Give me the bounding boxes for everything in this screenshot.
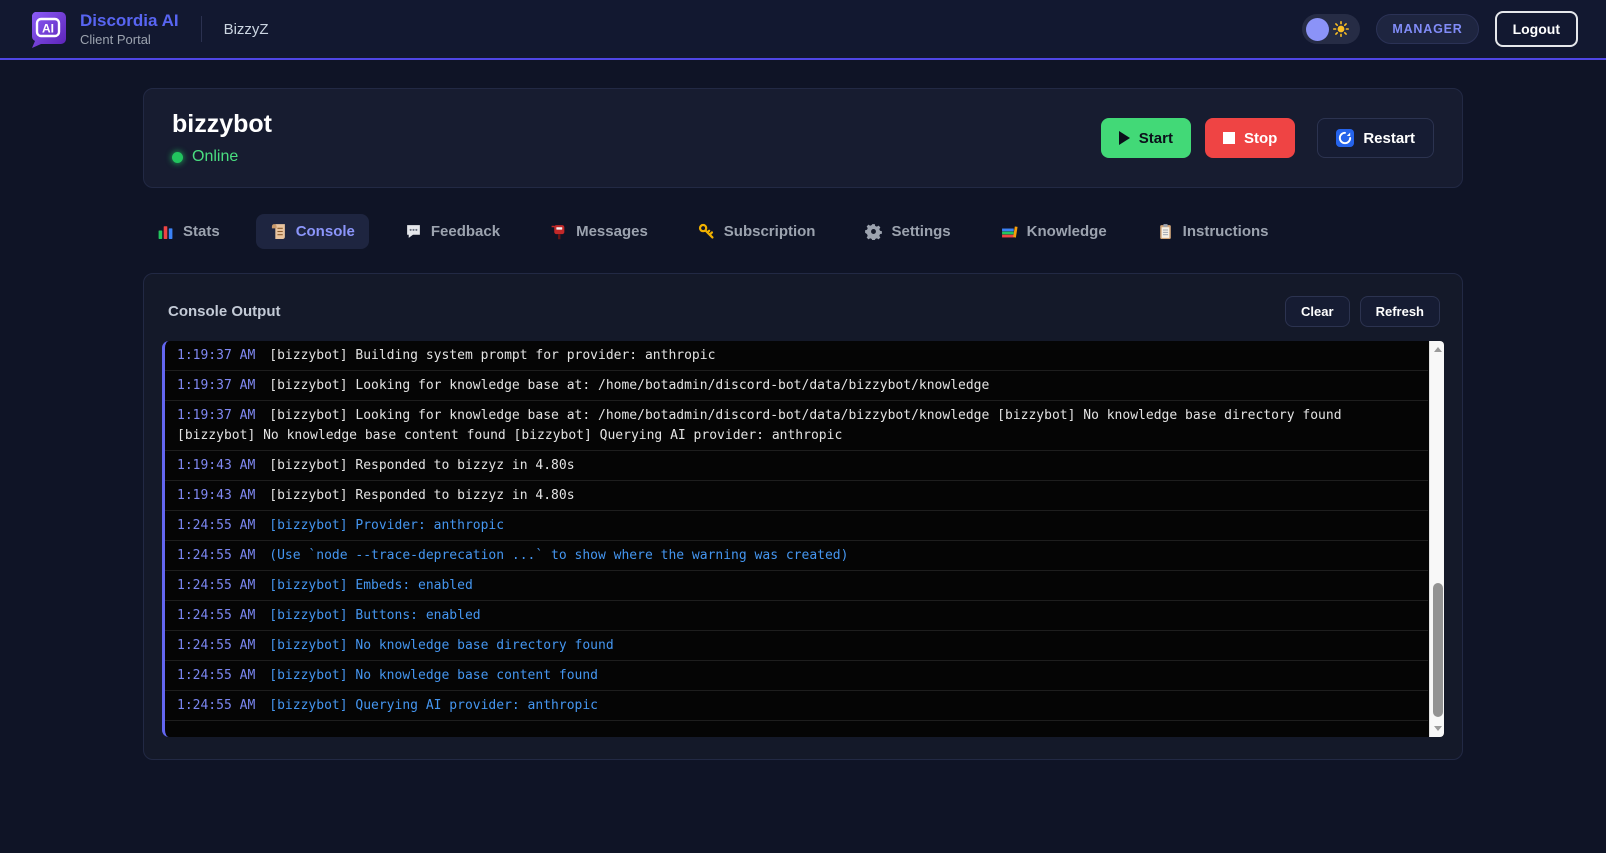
logout-button[interactable]: Logout	[1494, 11, 1578, 47]
bot-card: bizzybot Online Start Stop Restart	[143, 88, 1463, 188]
scrollbar-up-arrow[interactable]	[1430, 342, 1444, 357]
key-icon	[698, 223, 715, 240]
log-timestamp: 1:24:55 AM	[177, 668, 256, 683]
speech-balloon-icon	[405, 223, 422, 240]
log-message: [bizzybot] No knowledge base directory f…	[269, 638, 614, 653]
nav-bot-name: BizzyZ	[223, 20, 269, 38]
console-output: 1:19:37 AM [bizzybot] Building system pro…	[162, 341, 1444, 737]
clipboard-icon	[1157, 223, 1174, 240]
top-navbar: AI Discordia AI Client Portal BizzyZ MAN…	[0, 0, 1606, 60]
theme-toggle[interactable]	[1302, 14, 1361, 44]
tab-messages[interactable]: Messages	[536, 214, 662, 249]
log-row: 1:19:43 AM [bizzybot] Responded to bizzyz…	[165, 451, 1428, 481]
bar-chart-icon	[157, 223, 174, 240]
log-timestamp: 1:24:55 AM	[177, 548, 256, 563]
log-timestamp: 1:19:37 AM	[177, 378, 256, 393]
log-row: 1:19:37 AM [bizzybot] Building system pro…	[165, 341, 1428, 371]
tab-label: Console	[295, 223, 355, 240]
log-row: 1:24:55 AM [bizzybot] Querying AI provide…	[165, 691, 1428, 721]
tab-settings[interactable]: Settings	[851, 214, 964, 249]
play-icon	[1118, 131, 1130, 145]
log-row: 1:19:37 AM [bizzybot] Looking for knowled…	[165, 371, 1428, 401]
log-timestamp: 1:24:55 AM	[177, 608, 256, 623]
books-icon	[1001, 223, 1018, 240]
refresh-button[interactable]: Refresh	[1359, 296, 1440, 327]
tab-bar: Stats Console Feedback Messages Subscription…	[143, 214, 1463, 249]
brand-title: Discordia AI	[80, 11, 179, 31]
scrollbar-down-arrow[interactable]	[1430, 721, 1444, 736]
console-log-list: 1:19:37 AM [bizzybot] Building system pro…	[165, 341, 1444, 737]
online-status-dot	[172, 151, 183, 163]
refresh-icon	[1336, 129, 1355, 147]
log-row: 1:24:55 AM [bizzybot] No knowledge base d…	[165, 631, 1428, 661]
log-row: 1:19:43 AM [bizzybot] Responded to bizzyz…	[165, 481, 1428, 511]
log-timestamp: 1:19:37 AM	[177, 348, 256, 363]
scroll-icon	[270, 223, 287, 240]
log-message: [bizzybot] Embeds: enabled	[269, 578, 473, 593]
log-message: [bizzybot] Building system prompt for pr…	[269, 348, 716, 363]
tab-label: Feedback	[430, 223, 501, 240]
console-scrollbar[interactable]	[1429, 341, 1444, 737]
bot-status: Online	[172, 148, 272, 166]
tab-label: Knowledge	[1026, 223, 1107, 240]
toggle-knob-icon	[1306, 17, 1330, 41]
log-timestamp: 1:19:43 AM	[177, 458, 256, 473]
log-row: 1:24:55 AM [bizzybot] Provider: anthropic	[165, 511, 1428, 541]
log-row: 1:24:55 AM (Use `node --trace-deprecation…	[165, 541, 1428, 571]
brand-subtitle: Client Portal	[80, 31, 151, 47]
log-row: 1:24:55 AM [bizzybot] Embeds: enabled	[165, 571, 1428, 601]
start-button[interactable]: Start	[1100, 118, 1191, 158]
log-message: [bizzybot] Buttons: enabled	[269, 608, 481, 623]
svg-text:AI: AI	[42, 22, 54, 36]
log-timestamp: 1:24:55 AM	[177, 698, 256, 713]
log-timestamp: 1:19:37 AM	[177, 408, 256, 423]
log-message: [bizzybot] Responded to bizzyz in 4.80s	[269, 488, 575, 503]
console-output-title: Console Output	[168, 303, 281, 320]
tab-console[interactable]: Console	[255, 214, 369, 249]
postbox-icon	[550, 223, 567, 240]
log-message: (Use `node --trace-deprecation ...` to s…	[269, 548, 849, 563]
log-message: [bizzybot] Looking for knowledge base at…	[269, 378, 990, 393]
tab-label: Messages	[576, 223, 648, 240]
discordia-ai-logo-icon: AI	[31, 12, 66, 48]
clear-button[interactable]: Clear	[1285, 296, 1350, 327]
log-timestamp: 1:19:43 AM	[177, 488, 256, 503]
log-message: [bizzybot] Provider: anthropic	[269, 518, 505, 533]
log-row: 1:19:37 AM [bizzybot] Looking for knowled…	[165, 401, 1428, 451]
tab-subscription[interactable]: Subscription	[684, 214, 830, 249]
restart-button[interactable]: Restart	[1317, 118, 1434, 158]
restart-button-label: Restart	[1363, 129, 1415, 147]
sun-icon	[1333, 21, 1350, 37]
log-timestamp: 1:24:55 AM	[177, 638, 256, 653]
gear-icon	[865, 223, 883, 240]
console-card: Console Output Clear Refresh 1:19:37 AM[…	[143, 273, 1463, 760]
status-text: Online	[192, 148, 239, 165]
brand: AI Discordia AI Client Portal	[28, 9, 179, 49]
role-badge: MANAGER	[1376, 14, 1479, 44]
scrollbar-thumb[interactable]	[1432, 582, 1443, 718]
log-message: [bizzybot] Responded to bizzyz in 4.80s	[269, 458, 575, 473]
tab-knowledge[interactable]: Knowledge	[987, 214, 1121, 249]
stop-button-label: Stop	[1243, 129, 1278, 147]
bot-name-title: bizzybot	[172, 110, 272, 138]
nav-divider	[200, 16, 202, 42]
log-row: 1:24:55 AM [bizzybot] No knowledge base c…	[165, 661, 1428, 691]
log-message: [bizzybot] No knowledge base content fou…	[269, 668, 599, 683]
tab-instructions[interactable]: Instructions	[1143, 214, 1283, 249]
log-row: 1:24:55 AM [bizzybot] Buttons: enabled	[165, 601, 1428, 631]
stop-square-icon	[1222, 132, 1235, 144]
tab-label: Settings	[891, 223, 951, 240]
log-timestamp: 1:24:55 AM	[177, 518, 256, 533]
tab-stats[interactable]: Stats	[143, 214, 234, 249]
tab-label: Subscription	[723, 223, 816, 240]
log-message: [bizzybot] Looking for knowledge base at…	[177, 408, 1342, 443]
stop-button[interactable]: Stop	[1204, 118, 1296, 158]
tab-label: Stats	[183, 223, 220, 240]
tab-label: Instructions	[1182, 223, 1269, 240]
start-button-label: Start	[1138, 129, 1173, 147]
log-timestamp: 1:24:55 AM	[177, 578, 256, 593]
tab-feedback[interactable]: Feedback	[391, 214, 514, 249]
log-message: [bizzybot] Querying AI provider: anthrop…	[269, 698, 599, 713]
